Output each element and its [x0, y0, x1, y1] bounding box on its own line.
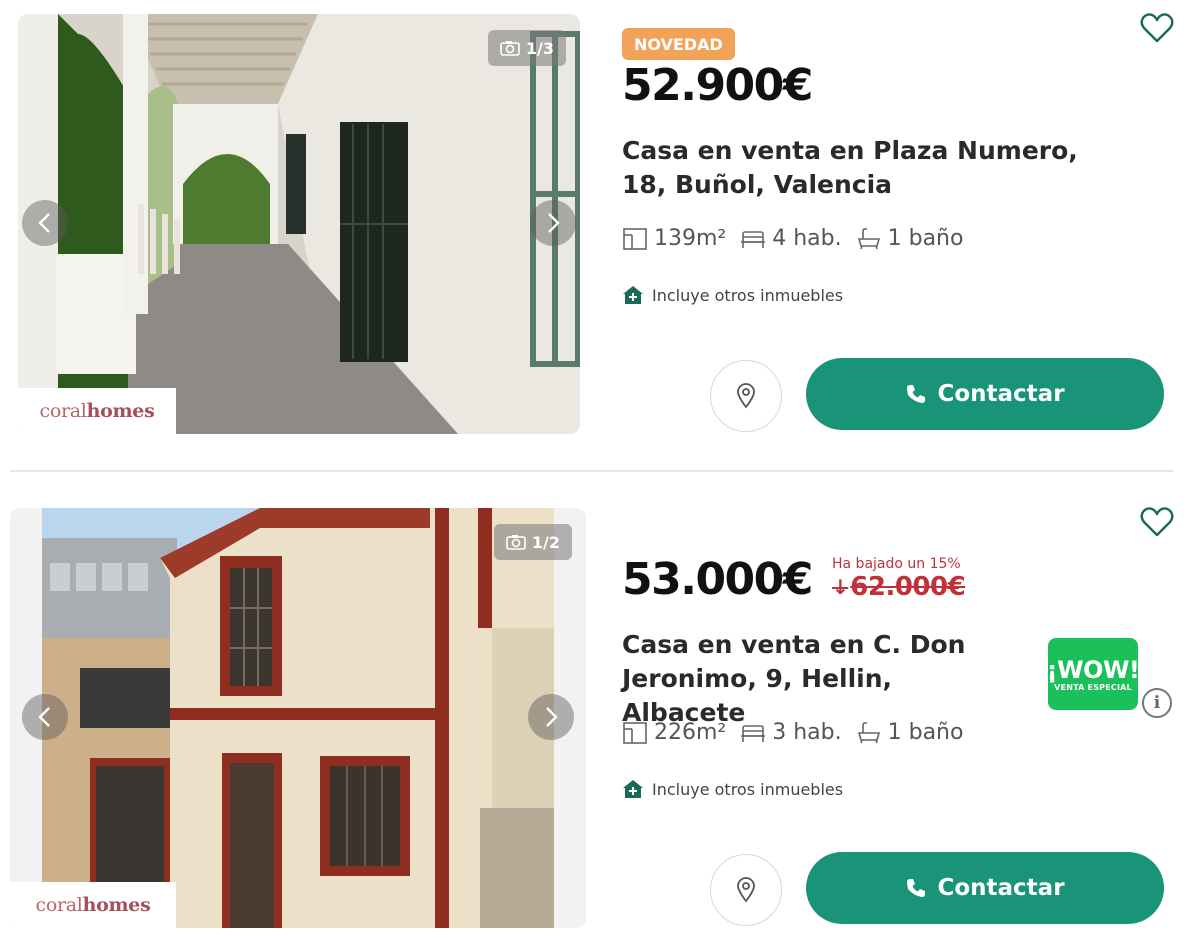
agency-logo-suffix: homes [82, 894, 151, 916]
previous-photo-button[interactable] [22, 200, 68, 246]
photo-counter-label: 1/2 [531, 532, 560, 552]
listing-photo[interactable]: 1/2 coral homes [10, 508, 586, 928]
bed-icon [741, 230, 766, 248]
wow-special-sale-badge: ¡WOW! VENTA ESPECIAL [1046, 638, 1140, 710]
listing-card-1[interactable]: 1/3 coral homes NOVEDAD 52.900€ Casa en v… [0, 0, 1200, 470]
photo-counter: 1/2 [493, 524, 572, 560]
phone-icon [907, 879, 926, 897]
price-drop: Ha bajado un 15% ↓ 62.000€ [832, 556, 966, 602]
feature-baths: 1 baño [856, 226, 964, 251]
feature-area: 139m² [622, 226, 726, 251]
old-price-value: 62.000€ [850, 572, 966, 602]
old-price: ↓ 62.000€ [832, 572, 966, 602]
price-drop-label: Ha bajado un 15% [832, 556, 961, 572]
bathtub-icon [857, 227, 880, 249]
chevron-right-icon [548, 213, 560, 233]
listing-photo[interactable]: 1/3 coral homes [18, 14, 580, 434]
map-pin-icon [737, 383, 755, 409]
camera-icon [506, 535, 526, 550]
map-button[interactable] [710, 854, 782, 926]
agency-logo-prefix: coral [39, 400, 87, 422]
house-photo-facade [10, 508, 586, 928]
includes-other-properties: Incluye otros inmuebles [622, 285, 843, 305]
new-badge: NOVEDAD [622, 28, 735, 60]
feature-rooms: 4 hab. [740, 226, 842, 251]
listing-title[interactable]: Casa en venta en C. Don Jeronimo, 9, Hel… [622, 628, 1022, 730]
floor-plan-icon [623, 721, 647, 744]
feature-rooms: 3 hab. [740, 720, 842, 745]
listing-title[interactable]: Casa en venta en Plaza Numero, 18, Buñol… [622, 134, 1102, 202]
agency-logo: coral homes [18, 388, 176, 434]
feature-baths-value: 1 baño [887, 720, 964, 745]
previous-photo-button[interactable] [22, 694, 68, 740]
next-photo-button[interactable] [530, 200, 576, 246]
contact-button[interactable]: Contactar [806, 852, 1164, 924]
floor-plan-icon [623, 227, 647, 250]
feature-rooms-value: 3 hab. [772, 720, 842, 745]
chevron-left-icon [38, 707, 50, 727]
bed-icon [741, 724, 766, 742]
wow-badge-sub: VENTA ESPECIAL [1054, 682, 1132, 692]
includes-label: Incluye otros inmuebles [652, 779, 844, 799]
chevron-left-icon [38, 213, 50, 233]
listing-features: 226m² 3 hab. 1 baño [622, 720, 963, 745]
agency-logo-suffix: homes [86, 400, 155, 422]
next-photo-button[interactable] [528, 694, 574, 740]
wow-badge-main: ¡WOW! [1046, 655, 1140, 684]
photo-counter-label: 1/3 [525, 38, 554, 58]
info-icon[interactable]: i [1142, 688, 1172, 718]
map-pin-icon [737, 877, 755, 903]
house-plus-icon [623, 286, 643, 304]
feature-baths: 1 baño [856, 720, 964, 745]
contact-button-label: Contactar [937, 381, 1065, 407]
feature-area: 226m² [622, 720, 726, 745]
favorite-heart-icon[interactable] [1140, 506, 1174, 538]
price-down-arrow-icon: ↓ [832, 575, 849, 599]
bathtub-icon [857, 721, 880, 743]
phone-icon [907, 385, 926, 403]
listing-card-2[interactable]: 1/2 coral homes 53.000€ Ha bajado un 15% … [0, 494, 1200, 942]
listing-price: 53.000€ [622, 554, 813, 605]
listing-divider [10, 470, 1173, 472]
feature-area-value: 226m² [654, 720, 727, 745]
agency-logo: coral homes [10, 882, 176, 928]
chevron-right-icon [546, 707, 558, 727]
includes-other-properties: Incluye otros inmuebles [622, 779, 843, 799]
camera-icon [500, 41, 520, 56]
includes-label: Incluye otros inmuebles [652, 285, 844, 305]
photo-counter: 1/3 [487, 30, 566, 66]
agency-logo-prefix: coral [35, 894, 83, 916]
map-button[interactable] [710, 360, 782, 432]
contact-button[interactable]: Contactar [806, 358, 1164, 430]
contact-button-label: Contactar [937, 875, 1065, 901]
house-photo-corridor [18, 14, 580, 434]
listing-features: 139m² 4 hab. 1 baño [622, 226, 963, 251]
feature-rooms-value: 4 hab. [772, 226, 842, 251]
feature-baths-value: 1 baño [887, 226, 964, 251]
listing-price: 52.900€ [622, 60, 813, 111]
feature-area-value: 139m² [654, 226, 727, 251]
house-plus-icon [623, 780, 643, 798]
favorite-heart-icon[interactable] [1140, 12, 1174, 44]
